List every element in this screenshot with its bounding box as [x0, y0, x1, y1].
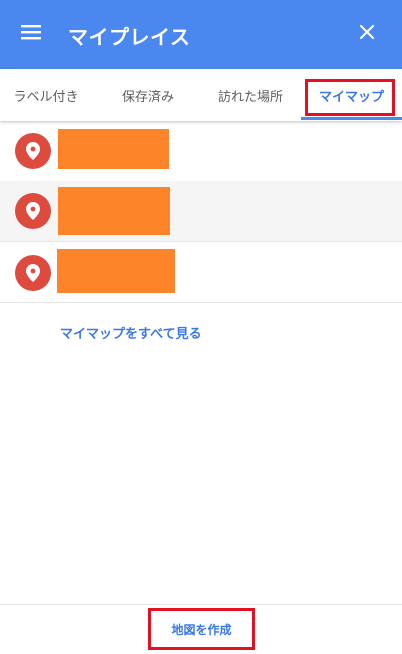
see-all-my-maps-link[interactable]: マイマップをすべて見る — [60, 323, 202, 342]
redacted-map-name — [58, 187, 170, 235]
redacted-map-name — [58, 129, 169, 169]
tab-visited[interactable]: 訪れた場所 — [205, 69, 296, 121]
tab-highlight-box — [305, 79, 395, 116]
close-button[interactable] — [355, 20, 379, 44]
page-title: マイプレイス — [68, 25, 191, 49]
map-list-item[interactable] — [0, 121, 402, 182]
hamburger-menu-icon — [21, 25, 41, 40]
create-map-button[interactable]: 地図を作成 — [148, 608, 255, 650]
footer-bar: 地図を作成 — [0, 604, 402, 654]
app-header: マイプレイス — [0, 0, 402, 69]
redacted-map-name — [57, 249, 175, 293]
map-list-item[interactable] — [0, 242, 402, 303]
active-tab-indicator — [301, 117, 402, 120]
tab-bar: ラベル付き 保存済み 訪れた場所 マイマップ — [0, 69, 402, 121]
map-pin-icon — [15, 133, 51, 169]
tab-saved[interactable]: 保存済み — [105, 69, 191, 121]
map-list-item[interactable] — [0, 181, 402, 242]
menu-button[interactable] — [17, 20, 45, 44]
map-pin-icon — [15, 193, 51, 229]
close-icon — [359, 24, 375, 40]
my-places-panel: マイプレイス ラベル付き 保存済み 訪れた場所 マイマップ マイマップをすべて見… — [0, 0, 402, 654]
tab-labeled[interactable]: ラベル付き — [0, 69, 92, 121]
map-pin-icon — [15, 255, 51, 291]
